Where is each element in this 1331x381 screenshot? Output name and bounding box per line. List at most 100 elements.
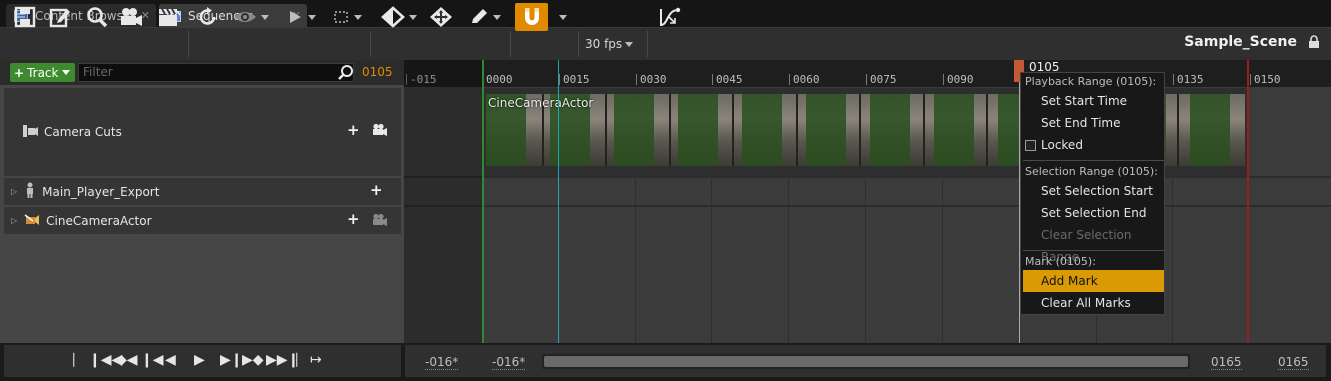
ruler-label: 0090 (947, 73, 974, 86)
track-row-camera-cuts[interactable]: Camera Cuts + (4, 88, 401, 176)
menu-divider (1023, 250, 1164, 251)
go-to-start-icon[interactable]: ⎸ (73, 352, 87, 368)
key-all-button[interactable] (428, 5, 454, 29)
camera-icon[interactable] (372, 123, 388, 140)
keyframe-icon (381, 6, 405, 28)
menu-item-locked[interactable]: Locked (1023, 134, 1164, 156)
chevron-down-icon (307, 14, 316, 20)
add-track-button[interactable]: + Track (10, 63, 75, 82)
jump-forward-icon[interactable]: ▶▶❙ (266, 352, 299, 368)
create-camera-button[interactable] (118, 5, 144, 29)
track-filter-input[interactable]: Filter (78, 63, 354, 82)
pencil-icon (472, 9, 487, 23)
view-range-end[interactable]: 0165 (1278, 355, 1309, 370)
track-row-main-player[interactable]: ▷ Main_Player_Export + (4, 178, 401, 205)
view-options-dropdown[interactable] (230, 5, 270, 29)
curve-editor-icon (660, 7, 681, 26)
grid-line (1172, 176, 1173, 343)
go-to-end-icon[interactable]: ⎸ (296, 352, 310, 368)
menu-divider (1023, 160, 1164, 161)
camera-section-label: CineCameraActor (488, 96, 594, 110)
snap-toggle-button[interactable] (515, 3, 548, 31)
add-section-button[interactable]: + (347, 121, 360, 139)
add-track-to-actor-button[interactable]: + (347, 210, 360, 228)
play-reverse-icon[interactable]: ◀ (165, 352, 176, 368)
sequencer-toolbar (0, 27, 1331, 60)
play-options-dropdown[interactable] (283, 5, 319, 29)
next-key-icon[interactable]: ▶◆ (242, 352, 264, 368)
chevron-down-icon (559, 14, 567, 20)
timeline-context-menu: Playback Range (0105): Set Start Time Se… (1020, 72, 1165, 315)
menu-section-header: Playback Range (0105): (1025, 75, 1157, 88)
selection-options-dropdown[interactable] (330, 5, 364, 29)
previous-key-icon[interactable]: ◆◀ (116, 352, 138, 368)
step-back-icon[interactable]: ❙◀ (141, 352, 164, 368)
refresh-button[interactable] (195, 5, 221, 29)
key-options-dropdown[interactable] (378, 5, 420, 29)
track-row-cine-camera[interactable]: ▷ CineCameraActor + (4, 207, 401, 234)
step-forward-icon[interactable]: ▶❙ (220, 352, 243, 368)
ruler-label: 0000 (486, 73, 513, 86)
curve-editor-button[interactable] (656, 5, 684, 29)
toolbar-divider (510, 31, 511, 57)
actor-figure-icon (24, 182, 36, 201)
out-of-range-shade (404, 60, 482, 343)
working-range-start[interactable]: -016* (492, 355, 526, 370)
sequence-name: Sample_Scene (1184, 34, 1297, 50)
save-icon (14, 6, 36, 28)
view-range-start[interactable]: -016* (425, 355, 459, 370)
loop-mode-icon[interactable]: ↦ (310, 352, 322, 368)
playback-start-marker[interactable] (482, 60, 484, 343)
expand-arrow-icon[interactable]: ▷ (11, 187, 17, 196)
toolbar-divider (370, 31, 371, 57)
snap-options-dropdown[interactable] (554, 5, 572, 29)
filter-placeholder: Filter (83, 65, 113, 79)
current-frame-readout[interactable]: 0105 (362, 65, 393, 79)
menu-section-header: Selection Range (0105): (1025, 165, 1158, 178)
save-button[interactable] (12, 5, 38, 29)
magnet-icon (524, 8, 539, 25)
add-track-label: Track (27, 65, 59, 80)
frame-rate-dropdown[interactable]: 30 fps (585, 32, 634, 56)
menu-item-clear-all-marks[interactable]: Clear All Marks (1023, 292, 1164, 314)
toolbar-divider (647, 31, 648, 57)
play-icon[interactable]: ▶ (194, 352, 205, 368)
ruler-label: 0015 (563, 73, 590, 86)
ruler-label: 0030 (640, 73, 667, 86)
working-range-end[interactable]: 0165 (1211, 355, 1242, 370)
cine-camera-icon (24, 212, 40, 229)
render-movie-button[interactable] (155, 5, 181, 29)
ruler-label: 0045 (716, 73, 743, 86)
find-in-browser-button[interactable] (84, 5, 110, 29)
playback-end-marker[interactable] (1247, 60, 1249, 343)
refresh-icon (199, 7, 216, 25)
menu-item-set-selection-end[interactable]: Set Selection End (1023, 202, 1164, 224)
lock-icon[interactable] (1307, 35, 1321, 52)
play-icon (289, 11, 301, 23)
menu-item-set-selection-start[interactable]: Set Selection Start (1023, 180, 1164, 202)
menu-item-add-mark[interactable]: Add Mark (1023, 270, 1164, 292)
menu-section-header: Mark (0105): (1025, 255, 1096, 268)
menu-item-set-start-time[interactable]: Set Start Time (1023, 90, 1164, 112)
ruler-label: 0150 (1254, 73, 1281, 86)
selection-marker-line (558, 60, 559, 343)
track-label: CineCameraActor (46, 213, 152, 228)
expand-arrow-icon[interactable]: ▷ (11, 216, 17, 225)
eye-icon (233, 12, 256, 22)
edit-options-dropdown[interactable] (466, 5, 504, 29)
save-as-button[interactable] (47, 5, 73, 29)
camera-icon (121, 8, 142, 26)
grid-line (711, 176, 712, 343)
add-track-to-actor-button[interactable]: + (370, 181, 383, 199)
scrollbar-thumb[interactable] (544, 356, 1188, 367)
lane-divider (404, 205, 1331, 207)
ruler-label: 0135 (1177, 73, 1204, 86)
camera-icon[interactable] (372, 213, 388, 230)
time-ruler[interactable]: -015 0000 0015 0030 0045 0060 0075 0090 … (404, 60, 1331, 87)
clapperboard-icon (159, 8, 177, 26)
fps-label: 30 fps (585, 37, 623, 51)
chevron-down-icon (625, 41, 634, 47)
grid-line (635, 176, 636, 343)
track-label: Camera Cuts (44, 125, 122, 139)
menu-item-set-end-time[interactable]: Set End Time (1023, 112, 1164, 134)
